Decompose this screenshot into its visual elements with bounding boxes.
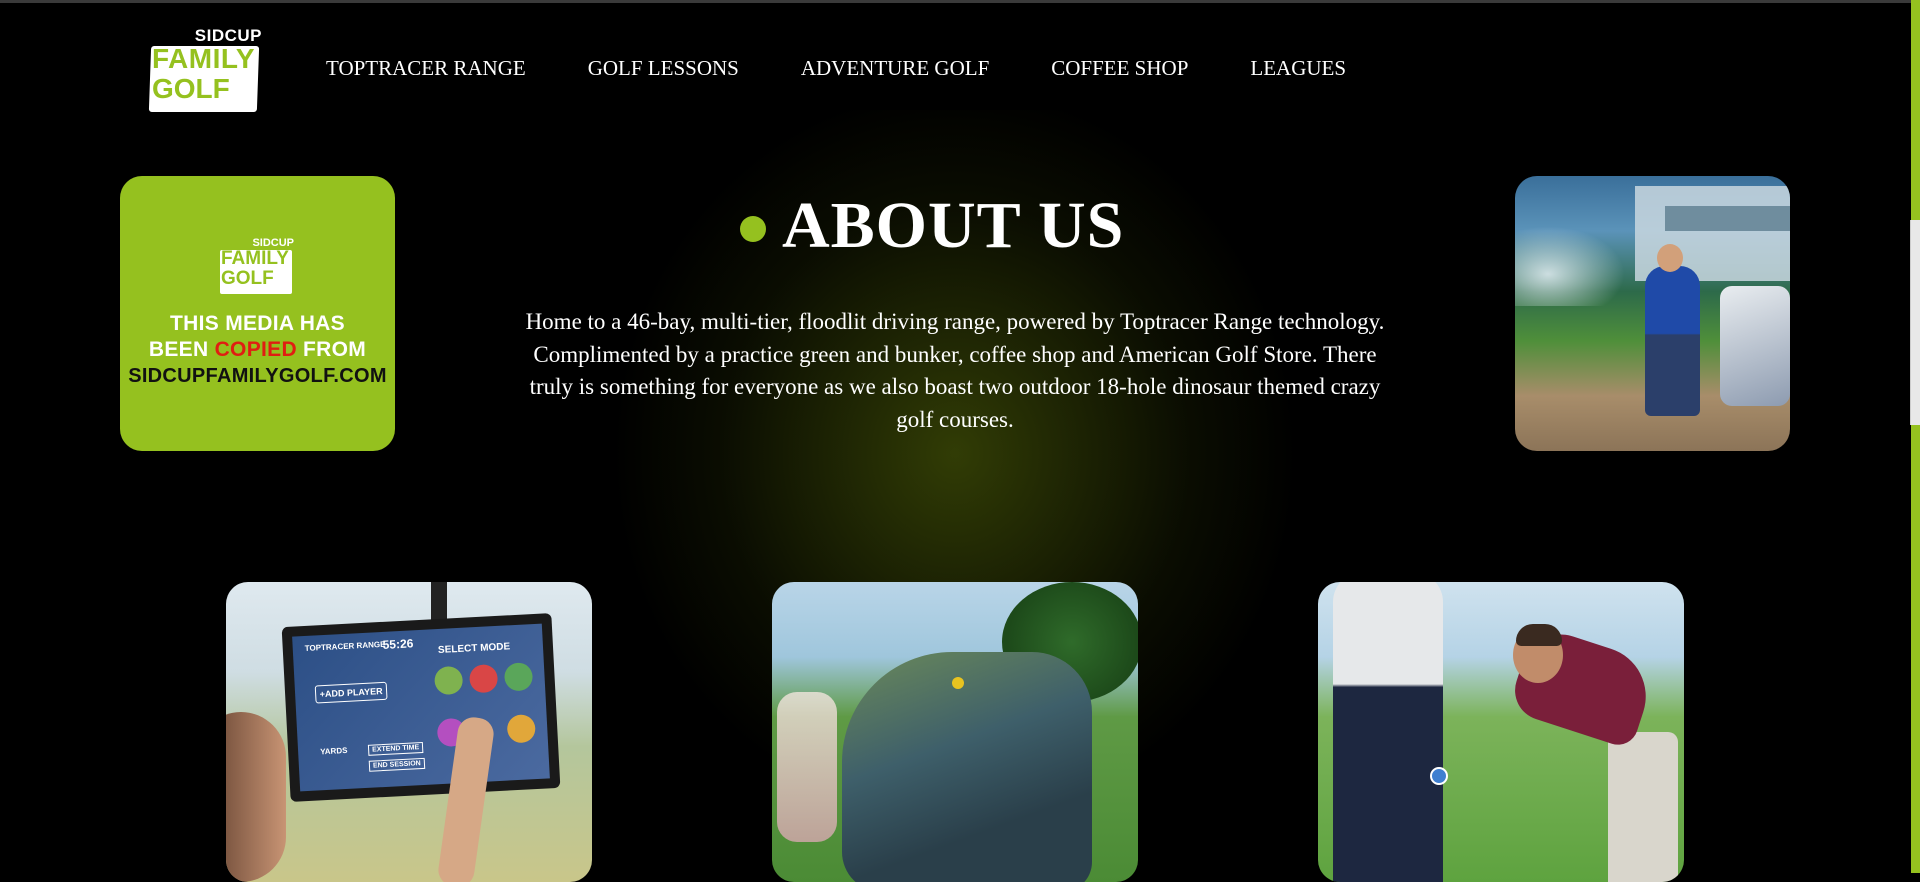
mode-circle-3 — [503, 662, 534, 692]
golfer-bunker-photo — [1515, 176, 1790, 451]
heading-dot — [740, 216, 766, 242]
logo-family-text: FAMILY — [152, 43, 256, 74]
copied-line-2: BEEN COPIED FROM — [120, 337, 395, 363]
scrollbar-thumb[interactable] — [1910, 220, 1920, 425]
dinosaur-eye — [952, 677, 964, 689]
golfer-figure — [1645, 266, 1700, 416]
nav-adventure-golf[interactable]: ADVENTURE GOLF — [801, 56, 989, 81]
nav-golf-lessons[interactable]: GOLF LESSONS — [588, 56, 739, 81]
page-scrollbar[interactable] — [1911, 0, 1920, 873]
family-figures — [777, 692, 837, 842]
student-hair — [1516, 624, 1562, 646]
copied-line-3: SIDCUPFAMILYGOLF.COM — [128, 365, 387, 387]
main-nav: TOPTRACER RANGE GOLF LESSONS ADVENTURE G… — [326, 56, 1408, 81]
nav-leagues[interactable]: LEAGUES — [1250, 56, 1346, 81]
golf-bag — [1720, 286, 1790, 406]
toptracer-screen: TOPTRACER RANGE 55:26 SELECT MODE +ADD P… — [281, 613, 561, 802]
screen-extend: EXTEND TIME — [367, 741, 424, 756]
golf-lesson-photo — [1318, 582, 1684, 882]
copied-line-2-start: BEEN — [148, 338, 215, 361]
logo-golf-text: GOLF — [152, 73, 230, 104]
screen-yards: YARDS — [319, 745, 348, 757]
coach-figure — [1333, 582, 1443, 882]
screen-brand: TOPTRACER RANGE — [304, 639, 386, 653]
screen-display: TOPTRACER RANGE 55:26 SELECT MODE +ADD P… — [292, 623, 550, 792]
about-heading: ABOUT US — [740, 188, 1124, 264]
toptracer-screen-photo: TOPTRACER RANGE 55:26 SELECT MODE +ADD P… — [226, 582, 592, 882]
mode-circle-2 — [468, 663, 499, 694]
mode-circle-1 — [433, 665, 464, 696]
site-logo[interactable]: SIDCUP FAMILY GOLF — [148, 26, 266, 116]
top-border — [0, 0, 1920, 3]
screen-time: 55:26 — [382, 636, 414, 652]
nav-coffee-shop[interactable]: COFFEE SHOP — [1051, 56, 1188, 81]
student-legs — [1608, 732, 1678, 882]
copied-line-1: THIS MEDIA HAS — [170, 312, 345, 335]
screen-add-player: +ADD PLAYER — [314, 681, 388, 704]
sand-spray — [1515, 226, 1625, 306]
woman-figure — [226, 712, 286, 882]
dinosaur-statue — [842, 652, 1092, 882]
nav-toptracer-range[interactable]: TOPTRACER RANGE — [326, 56, 526, 81]
screen-end: END SESSION — [368, 757, 426, 772]
green-flag — [1430, 767, 1448, 785]
card-logo: SIDCUP FAMILY GOLF — [218, 237, 298, 297]
dinosaur-golf-photo — [772, 582, 1138, 882]
card-logo-golf: GOLF — [221, 268, 274, 289]
card-logo-family: FAMILY — [221, 248, 289, 269]
copied-line-2-end: FROM — [296, 338, 367, 361]
copied-media-card: SIDCUP FAMILY GOLF THIS MEDIA HAS BEEN C… — [120, 176, 395, 451]
copied-highlight: COPIED — [214, 338, 297, 361]
about-title: ABOUT US — [782, 189, 1125, 262]
range-roof — [1665, 206, 1790, 231]
about-description: Home to a 46-bay, multi-tier, floodlit d… — [525, 309, 1385, 432]
screen-mode: SELECT MODE — [437, 641, 511, 657]
mode-circle-5 — [506, 714, 536, 744]
golfer-head — [1657, 244, 1683, 272]
